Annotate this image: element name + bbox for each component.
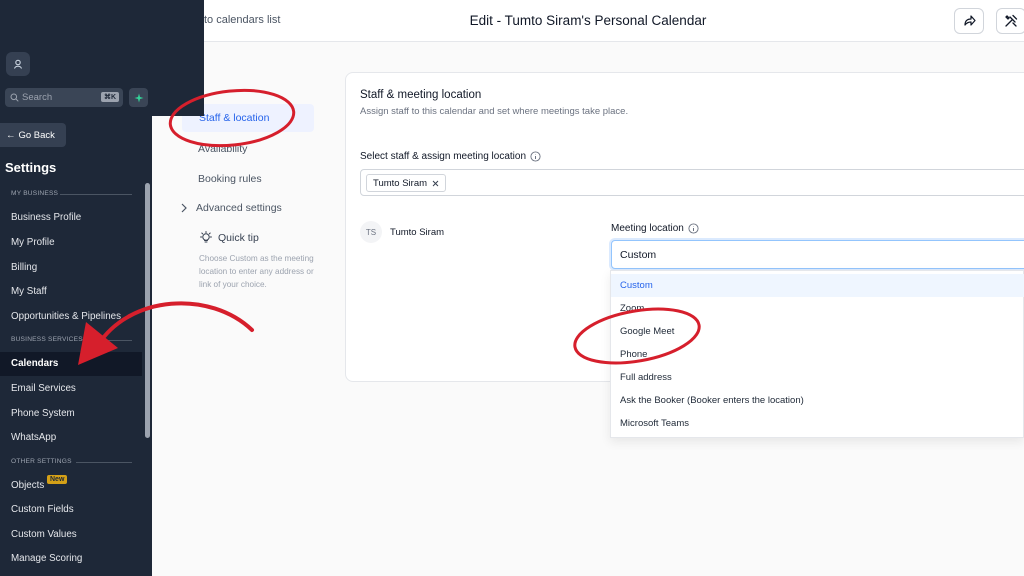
meeting-location-input[interactable]: Custom [611, 240, 1024, 269]
dropdown-option-ask-booker[interactable]: Ask the Booker (Booker enters the locati… [611, 389, 1024, 412]
section-other-settings: OTHER SETTINGS [11, 458, 72, 465]
sidebar-item-billing[interactable]: Billing [11, 262, 37, 273]
app-logo[interactable] [6, 52, 30, 76]
section-my-business: MY BUSINESS [11, 190, 59, 197]
staff-chip: Tumto Siram [366, 174, 447, 192]
info-icon[interactable] [688, 223, 699, 234]
quick-tip-text: Choose Custom as the meeting location to… [199, 254, 314, 289]
sidebar-item-my-staff[interactable]: My Staff [11, 286, 47, 297]
tools-button[interactable] [996, 8, 1024, 34]
top-bar: to calendars list Edit - Tumto Siram's P… [152, 0, 1024, 42]
select-staff-label: Select staff & assign meeting location [360, 151, 541, 162]
select-staff-label-text: Select staff & assign meeting location [360, 151, 527, 162]
sidebar-scrollbar[interactable] [145, 183, 150, 438]
ai-assistant-button[interactable] [129, 88, 148, 107]
meeting-location-label: Meeting location [611, 223, 699, 234]
search-shortcut: ⌘K [100, 92, 119, 102]
sidebar-item-custom-values[interactable]: Custom Values [11, 529, 77, 540]
sidebar-item-calendars[interactable]: Calendars [0, 352, 142, 376]
staff-chip-label: Tumto Siram [373, 177, 428, 189]
search-placeholder: Search [22, 92, 53, 103]
sidebar-item-phone-system[interactable]: Phone System [11, 408, 75, 419]
share-button[interactable] [954, 8, 984, 34]
meeting-location-value: Custom [620, 249, 657, 261]
close-icon[interactable] [432, 180, 439, 187]
search-icon [10, 93, 19, 102]
tab-booking-rules[interactable]: Booking rules [198, 173, 262, 185]
section-business-services: BUSINESS SERVICES [11, 336, 83, 343]
sidebar-item-calendars-label: Calendars [11, 358, 59, 369]
divider [76, 462, 132, 463]
tab-availability[interactable]: Availability [198, 143, 247, 155]
dropdown-option-full-address[interactable]: Full address [611, 366, 1024, 389]
dropdown-option-zoom[interactable]: Zoom [611, 297, 1024, 320]
chevron-right-icon [181, 203, 187, 213]
staff-select-input[interactable]: Tumto Siram [360, 169, 1024, 196]
dropdown-option-microsoft-teams[interactable]: Microsoft Teams [611, 412, 1024, 435]
meeting-location-dropdown: Custom Zoom Google Meet Phone Full addre… [610, 270, 1024, 438]
go-back-button[interactable]: ← Go Back [0, 123, 66, 147]
meeting-location-label-text: Meeting location [611, 223, 684, 234]
avatar: TS [360, 221, 382, 243]
divider [84, 340, 132, 341]
sparkle-icon [134, 93, 143, 102]
sidebar-item-whatsapp[interactable]: WhatsApp [11, 432, 56, 443]
tab-advanced-settings[interactable]: Advanced settings [196, 202, 282, 214]
search-input[interactable]: Search ⌘K [5, 88, 123, 107]
sidebar-item-custom-fields[interactable]: Custom Fields [11, 504, 74, 515]
page-title: Edit - Tumto Siram's Personal Calendar [469, 13, 707, 28]
sidebar: Search ⌘K ← Go Back Settings MY BUSINESS… [0, 0, 204, 576]
go-back-label: Go Back [18, 129, 55, 141]
tools-icon [1005, 14, 1018, 27]
tab-staff-location-label: Staff & location [199, 112, 270, 124]
arrow-left-icon: ← [6, 129, 16, 141]
sidebar-item-opportunities[interactable]: Opportunities & Pipelines [11, 311, 121, 322]
dropdown-option-custom[interactable]: Custom [611, 274, 1024, 297]
sidebar-item-business-profile[interactable]: Business Profile [11, 212, 81, 223]
divider [60, 194, 132, 195]
card-title: Staff & meeting location [360, 89, 482, 101]
info-icon[interactable] [530, 151, 541, 162]
card-subtitle: Assign staff to this calendar and set wh… [360, 106, 629, 117]
sidebar-item-manage-scoring[interactable]: Manage Scoring [11, 553, 82, 564]
sidebar-item-objects[interactable]: Objects [11, 480, 44, 491]
lightbulb-icon [200, 231, 212, 243]
dropdown-option-google-meet[interactable]: Google Meet [611, 320, 1024, 343]
new-badge: New [47, 475, 68, 484]
share-icon [964, 15, 976, 26]
dropdown-option-phone[interactable]: Phone [611, 343, 1024, 366]
sidebar-item-my-profile[interactable]: My Profile [11, 237, 55, 248]
quick-tip-title: Quick tip [218, 232, 259, 244]
settings-title: Settings [5, 160, 57, 175]
sidebar-header: Search ⌘K [0, 0, 204, 116]
logo-icon [13, 59, 23, 69]
sidebar-item-email-services[interactable]: Email Services [11, 383, 76, 394]
staff-name: Tumto Siram [390, 227, 445, 238]
